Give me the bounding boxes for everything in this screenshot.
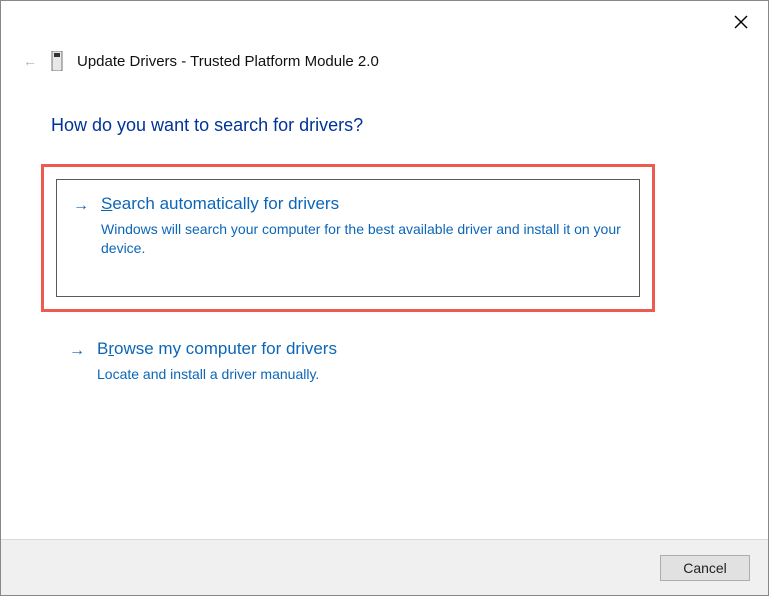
option-browse-computer[interactable]: → Browse my computer for drivers Locate … <box>53 335 643 388</box>
option-title: Search automatically for drivers <box>101 194 629 214</box>
back-arrow-icon[interactable]: ← <box>23 53 37 69</box>
close-icon <box>734 15 748 29</box>
main-heading: How do you want to search for drivers? <box>51 115 363 136</box>
option-content: Search automatically for drivers Windows… <box>101 194 629 282</box>
dialog-header: ← Update Drivers - Trusted Platform Modu… <box>23 51 379 71</box>
cancel-button[interactable]: Cancel <box>660 555 750 581</box>
device-icon <box>51 51 63 71</box>
option-title: Browse my computer for drivers <box>97 339 633 359</box>
close-button[interactable] <box>732 13 750 31</box>
option-search-automatically[interactable]: → Search automatically for drivers Windo… <box>56 179 640 297</box>
dialog-footer: Cancel <box>1 539 768 595</box>
highlight-annotation: → Search automatically for drivers Windo… <box>41 164 655 312</box>
dialog-title: Update Drivers - Trusted Platform Module… <box>77 53 379 70</box>
option-content: Browse my computer for drivers Locate an… <box>97 339 633 384</box>
arrow-right-icon: → <box>69 342 85 384</box>
option-description: Windows will search your computer for th… <box>101 220 629 258</box>
arrow-right-icon: → <box>73 197 89 282</box>
option-description: Locate and install a driver manually. <box>97 365 633 384</box>
